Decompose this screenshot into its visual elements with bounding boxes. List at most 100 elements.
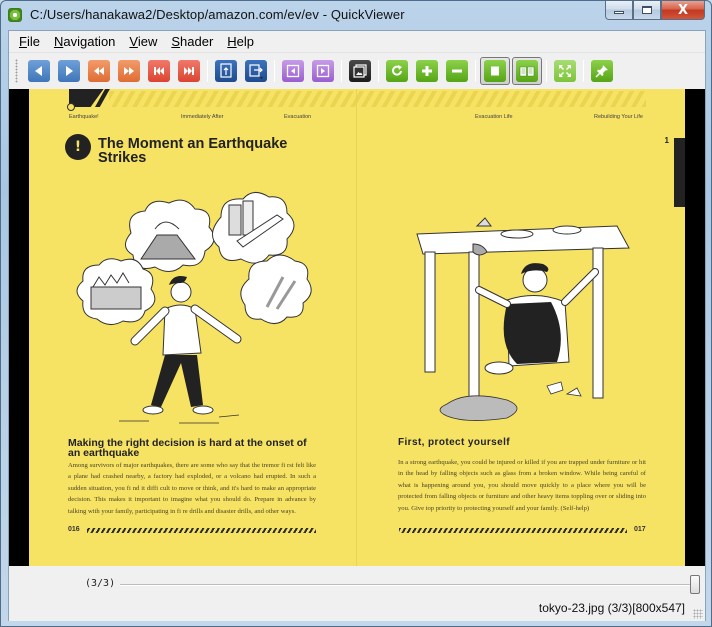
single-page-icon xyxy=(491,66,499,75)
close-icon: X xyxy=(677,2,689,18)
stay-on-top-button[interactable] xyxy=(591,59,613,82)
folder-upload-icon xyxy=(220,62,232,78)
alert-badge-glyph: ! xyxy=(74,139,82,155)
client-area: File Navigation View Shader Help Earthqu… xyxy=(8,30,706,621)
rotate-button[interactable] xyxy=(386,59,408,82)
page-slider-thumb[interactable] xyxy=(690,575,700,594)
next-volume-button[interactable] xyxy=(312,59,334,82)
toolbar-grip[interactable] xyxy=(15,58,18,83)
export-file-icon xyxy=(249,63,263,79)
thought-bubble-factory-fire xyxy=(76,258,156,325)
sheltering-man xyxy=(475,263,599,375)
volume-next-icon xyxy=(316,64,330,77)
maximize-button[interactable] xyxy=(633,1,661,20)
menu-shader-mnemonic: S xyxy=(171,33,181,49)
thought-bubble-rockets xyxy=(240,254,312,324)
panicked-man-illustration xyxy=(76,192,312,424)
rotate-icon xyxy=(392,64,402,76)
toolbar xyxy=(9,54,705,87)
menu-help-mnemonic: H xyxy=(227,33,237,49)
open-folder-button[interactable] xyxy=(215,59,237,82)
single-page-view-toggle[interactable] xyxy=(480,56,510,85)
toolbar-separator xyxy=(207,59,208,82)
spread-view-button xyxy=(516,59,538,82)
skip-to-end-icon xyxy=(184,66,194,75)
right-section-title: First, protect yourself xyxy=(398,437,510,448)
image-viewer[interactable]: Earthquake! Immediately After Evacuation… xyxy=(9,89,705,566)
quickviewer-app-icon[interactable] xyxy=(8,8,22,22)
status-area: (3/3) tokyo-23.jpg (3/3)[800x547] xyxy=(9,566,705,621)
menu-file[interactable]: File xyxy=(12,31,47,53)
header-stripe-band xyxy=(109,91,646,107)
thought-bubble-plane-crash xyxy=(212,192,295,264)
menu-navigation-label: avigation xyxy=(63,33,116,49)
fullscreen-button[interactable] xyxy=(554,59,576,82)
single-page-view-button xyxy=(484,59,506,82)
open-book-icon xyxy=(519,66,535,76)
fast-forward-button[interactable] xyxy=(118,59,140,82)
broken-glass-debris xyxy=(439,381,582,421)
menu-shader[interactable]: Shader xyxy=(164,31,220,53)
menu-help[interactable]: Help xyxy=(220,31,261,53)
page-slider-label: (3/3) xyxy=(85,578,116,589)
toolbar-separator xyxy=(546,59,547,82)
minimize-button[interactable] xyxy=(605,1,633,20)
prev-page-button[interactable] xyxy=(28,59,50,82)
window-title: C:/Users/hanakawa2/Desktop/amazon.com/ev… xyxy=(30,7,405,22)
menu-file-mnemonic: F xyxy=(19,33,27,49)
nav-label-evacuation: Evacuation xyxy=(284,114,312,120)
man-under-table-illustration xyxy=(416,217,630,421)
alert-badge-icon: ! xyxy=(67,136,89,158)
fast-backward-button[interactable] xyxy=(88,59,110,82)
menu-view-mnemonic: V xyxy=(129,33,138,49)
title-bar[interactable]: C:/Users/hanakawa2/Desktop/amazon.com/ev… xyxy=(1,1,711,29)
toolbar-separator xyxy=(274,59,275,82)
menu-help-label: elp xyxy=(236,33,255,49)
minimize-icon xyxy=(614,11,624,14)
menu-shader-label: hader xyxy=(180,33,214,49)
chapter-number: 1 xyxy=(664,136,669,145)
right-body-text: In a strong earthquake, you could be inj… xyxy=(398,459,646,512)
export-button[interactable] xyxy=(245,59,267,82)
last-page-button[interactable] xyxy=(178,59,200,82)
close-button[interactable]: X xyxy=(661,1,705,20)
nav-label-rebuilding: Rebuilding Your Life xyxy=(594,114,643,120)
menu-view-label: iew xyxy=(137,33,158,49)
nav-label-evacuation-life: Evacuation Life xyxy=(475,114,513,120)
nav-label-immediately-after: Immediately After xyxy=(181,114,224,120)
pin-icon xyxy=(595,64,608,78)
show-catalog-button[interactable] xyxy=(349,59,371,82)
menu-navigation[interactable]: Navigation xyxy=(47,31,122,53)
double-chevron-left-icon xyxy=(94,66,104,75)
page-slider-track[interactable] xyxy=(120,584,700,586)
caption-buttons: X xyxy=(605,1,705,21)
skip-to-start-icon xyxy=(154,66,164,75)
book-spread: Earthquake! Immediately After Evacuation… xyxy=(29,89,685,566)
left-page-number: 016 xyxy=(68,526,80,533)
next-page-button[interactable] xyxy=(58,59,80,82)
prev-volume-button[interactable] xyxy=(282,59,304,82)
menu-view[interactable]: View xyxy=(122,31,164,53)
right-page-number: 017 xyxy=(634,526,646,533)
plus-icon xyxy=(422,65,432,76)
first-page-button[interactable] xyxy=(148,59,170,82)
fullscreen-icon xyxy=(559,64,571,77)
image-gallery-icon xyxy=(353,63,367,78)
left-body-text: Among survivors of major earthquakes, th… xyxy=(68,462,316,515)
resize-grip[interactable] xyxy=(693,609,703,619)
menu-file-label: ile xyxy=(26,33,40,49)
toolbar-separator xyxy=(475,59,476,82)
zoom-in-button[interactable] xyxy=(416,59,438,82)
status-bar-text: tokyo-23.jpg (3/3)[800x547] xyxy=(538,601,685,615)
maximize-icon xyxy=(642,6,652,14)
zoom-out-button[interactable] xyxy=(446,59,468,82)
chapter-tab xyxy=(674,138,685,207)
progress-marker-dot xyxy=(67,103,75,111)
page-title: The Moment an Earthquake Strikes xyxy=(98,136,288,166)
menu-navigation-mnemonic: N xyxy=(53,33,64,49)
toolbar-separator xyxy=(341,59,342,82)
spread-view-toggle[interactable] xyxy=(512,56,542,85)
page-gutter xyxy=(356,89,357,566)
app-window: C:/Users/hanakawa2/Desktop/amazon.com/ev… xyxy=(0,0,712,627)
nav-label-earthquake: Earthquake! xyxy=(69,114,99,120)
